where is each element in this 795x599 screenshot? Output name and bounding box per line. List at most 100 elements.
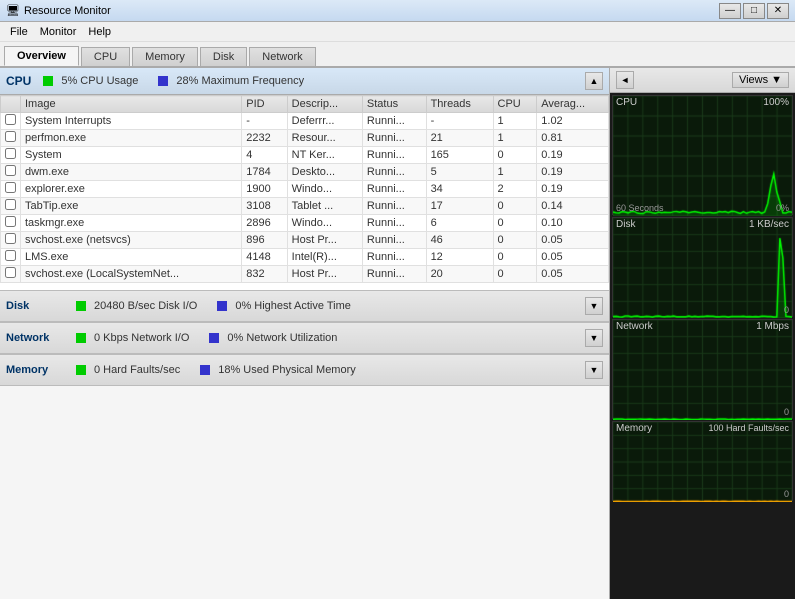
row-cpu: 0	[493, 147, 537, 164]
right-panel: ◄ Views ▼ CPU 100% 60 Seconds 0% Disk 1 …	[610, 68, 795, 599]
tab-memory[interactable]: Memory	[132, 47, 198, 66]
views-button[interactable]: Views ▼	[732, 72, 789, 88]
row-image: perfmon.exe	[21, 130, 242, 147]
expand-button[interactable]: ◄	[616, 71, 634, 89]
row-avg: 0.10	[537, 215, 609, 232]
row-checkbox[interactable]	[1, 198, 21, 215]
col-threads[interactable]: Threads	[426, 96, 493, 113]
cpu-chart-max: 100%	[763, 97, 789, 108]
row-avg: 0.81	[537, 130, 609, 147]
col-status[interactable]: Status	[362, 96, 426, 113]
row-checkbox[interactable]	[1, 147, 21, 164]
cpu-collapse-button[interactable]: ▲	[585, 72, 603, 90]
tab-disk[interactable]: Disk	[200, 47, 247, 66]
menu-file[interactable]: File	[4, 25, 34, 39]
app-icon: 🖥	[6, 4, 20, 18]
cpu-section-title: CPU	[6, 74, 31, 88]
memory-chart: Memory 100 Hard Faults/sec 0	[612, 421, 793, 501]
menu-help[interactable]: Help	[82, 25, 117, 39]
memory-collapse-button[interactable]: ▼	[585, 361, 603, 379]
memory-section-header[interactable]: Memory 0 Hard Faults/sec 18% Used Physic…	[0, 354, 609, 386]
table-row[interactable]: svchost.exe (netsvcs) 896 Host Pr... Run…	[1, 232, 609, 249]
row-checkbox[interactable]	[1, 181, 21, 198]
table-row[interactable]: System Interrupts - Deferrr... Runni... …	[1, 113, 609, 130]
table-row[interactable]: TabTip.exe 3108 Tablet ... Runni... 17 0…	[1, 198, 609, 215]
row-checkbox[interactable]	[1, 130, 21, 147]
disk-chart-min: 0	[784, 305, 789, 315]
row-checkbox[interactable]	[1, 232, 21, 249]
tab-bar: Overview CPU Memory Disk Network	[0, 42, 795, 68]
disk-chart-label: Disk	[616, 219, 635, 230]
network-title: Network	[6, 332, 76, 344]
network-section-header[interactable]: Network 0 Kbps Network I/O 0% Network Ut…	[0, 322, 609, 354]
col-pid[interactable]: PID	[242, 96, 287, 113]
row-checkbox[interactable]	[1, 215, 21, 232]
row-checkbox[interactable]	[1, 249, 21, 266]
menu-monitor[interactable]: Monitor	[34, 25, 83, 39]
network-chart: Network 1 Mbps 0	[612, 319, 793, 419]
row-pid: 4148	[242, 249, 287, 266]
main-content: CPU 5% CPU Usage 28% Maximum Frequency ▲…	[0, 68, 795, 599]
table-row[interactable]: dwm.exe 1784 Deskto... Runni... 5 1 0.19	[1, 164, 609, 181]
row-pid: 4	[242, 147, 287, 164]
row-cpu: 1	[493, 113, 537, 130]
tab-network[interactable]: Network	[249, 47, 315, 66]
cpu-section-header[interactable]: CPU 5% CPU Usage 28% Maximum Frequency ▲	[0, 68, 609, 95]
close-button[interactable]: ✕	[767, 3, 789, 19]
row-threads: 6	[426, 215, 493, 232]
tab-overview[interactable]: Overview	[4, 46, 79, 66]
table-row[interactable]: System 4 NT Ker... Runni... 165 0 0.19	[1, 147, 609, 164]
disk-stat2-indicator	[217, 301, 227, 311]
tab-cpu[interactable]: CPU	[81, 47, 130, 66]
col-image[interactable]: Image	[21, 96, 242, 113]
row-avg: 0.05	[537, 232, 609, 249]
row-pid: 896	[242, 232, 287, 249]
row-pid: 1900	[242, 181, 287, 198]
process-table-container[interactable]: Image PID Descrip... Status Threads CPU …	[0, 95, 609, 290]
table-row[interactable]: svchost.exe (LocalSystemNet... 832 Host …	[1, 266, 609, 283]
row-desc: Windo...	[287, 181, 362, 198]
window-title: Resource Monitor	[24, 5, 719, 17]
disk-section-header[interactable]: Disk 20480 B/sec Disk I/O 0% Highest Act…	[0, 290, 609, 322]
row-threads: 20	[426, 266, 493, 283]
cpu-freq-label: 28% Maximum Frequency	[176, 75, 304, 87]
row-status: Runni...	[362, 164, 426, 181]
row-status: Runni...	[362, 147, 426, 164]
row-desc: Intel(R)...	[287, 249, 362, 266]
row-pid: 2232	[242, 130, 287, 147]
row-threads: 34	[426, 181, 493, 198]
row-status: Runni...	[362, 113, 426, 130]
col-checkbox	[1, 96, 21, 113]
row-checkbox[interactable]	[1, 164, 21, 181]
cpu-chart-label: CPU	[616, 97, 637, 108]
table-row[interactable]: explorer.exe 1900 Windo... Runni... 34 2…	[1, 181, 609, 198]
maximize-button[interactable]: □	[743, 3, 765, 19]
cpu-freq-indicator	[158, 76, 168, 86]
network-collapse-button[interactable]: ▼	[585, 329, 603, 347]
row-desc: Deskto...	[287, 164, 362, 181]
col-avg[interactable]: Averag...	[537, 96, 609, 113]
row-checkbox[interactable]	[1, 266, 21, 283]
row-checkbox[interactable]	[1, 113, 21, 130]
left-panel: CPU 5% CPU Usage 28% Maximum Frequency ▲…	[0, 68, 610, 599]
row-desc: NT Ker...	[287, 147, 362, 164]
col-desc[interactable]: Descrip...	[287, 96, 362, 113]
table-row[interactable]: LMS.exe 4148 Intel(R)... Runni... 12 0 0…	[1, 249, 609, 266]
row-status: Runni...	[362, 130, 426, 147]
network-stat1-label: 0 Kbps Network I/O	[94, 332, 189, 344]
table-row[interactable]: perfmon.exe 2232 Resour... Runni... 21 1…	[1, 130, 609, 147]
col-cpu[interactable]: CPU	[493, 96, 537, 113]
disk-collapse-button[interactable]: ▼	[585, 297, 603, 315]
row-image: System	[21, 147, 242, 164]
row-status: Runni...	[362, 181, 426, 198]
cpu-chart: CPU 100% 60 Seconds 0%	[612, 95, 793, 215]
minimize-button[interactable]: —	[719, 3, 741, 19]
disk-chart-max: 1 KB/sec	[749, 219, 789, 230]
memory-title: Memory	[6, 364, 76, 376]
row-threads: 17	[426, 198, 493, 215]
row-status: Runni...	[362, 266, 426, 283]
cpu-chart-time: 60 Seconds	[616, 203, 664, 213]
row-cpu: 1	[493, 130, 537, 147]
table-row[interactable]: taskmgr.exe 2896 Windo... Runni... 6 0 0…	[1, 215, 609, 232]
network-chart-max: 1 Mbps	[756, 321, 789, 332]
